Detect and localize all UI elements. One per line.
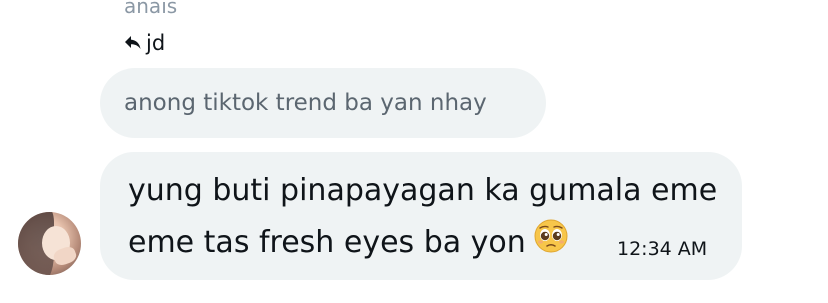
- message-bubble[interactable]: yung buti pinapayagan ka gumala eme eme …: [100, 152, 742, 280]
- message-text-line-2: eme tas fresh eyes ba yon: [128, 219, 568, 265]
- reply-arrow-icon: [124, 35, 142, 51]
- quoted-sender-name: anaïs: [124, 0, 178, 18]
- pleading-face-icon: [534, 219, 568, 262]
- quoted-message-bubble[interactable]: anong tiktok trend ba yan nhay: [100, 68, 546, 138]
- avatar[interactable]: [18, 212, 81, 275]
- reply-to-name: jd: [146, 31, 166, 55]
- quoted-message-text: anong tiktok trend ba yan nhay: [124, 90, 487, 116]
- message-text-line-2-text: eme tas fresh eyes ba yon: [128, 225, 526, 260]
- message-text-line-1: yung buti pinapayagan ka gumala eme: [128, 173, 718, 208]
- reply-reference[interactable]: jd: [124, 30, 165, 56]
- message-timestamp: 12:34 AM: [617, 238, 708, 260]
